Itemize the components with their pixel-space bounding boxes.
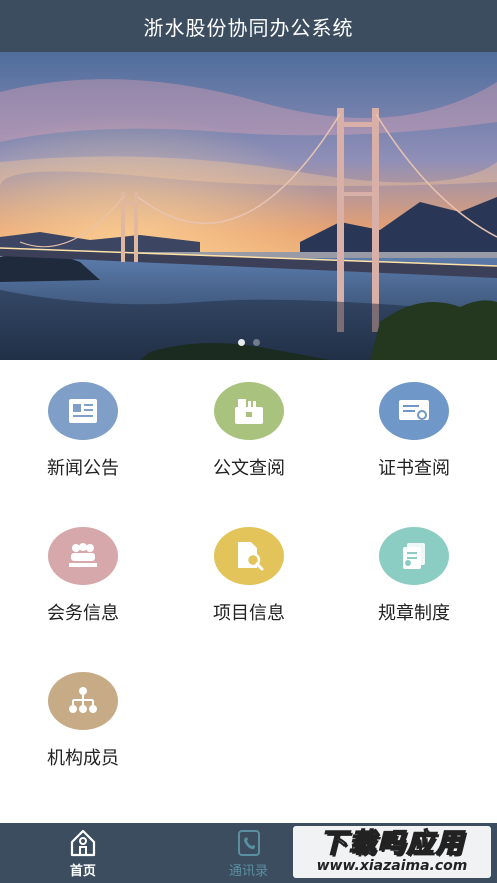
tab-home-label: 首页 bbox=[69, 863, 96, 879]
org-chart-icon bbox=[48, 672, 118, 730]
app-header: 浙水股份协同办公系统 bbox=[0, 0, 497, 52]
module-meetings[interactable]: 会务信息 bbox=[13, 505, 153, 625]
module-organization[interactable]: 机构成员 bbox=[13, 650, 153, 770]
module-label: 机构成员 bbox=[47, 748, 119, 769]
certificate-icon bbox=[379, 382, 449, 440]
module-label: 公文查阅 bbox=[213, 458, 285, 479]
carousel-dot-2[interactable] bbox=[252, 339, 260, 346]
module-documents[interactable]: 公文查阅 bbox=[179, 360, 319, 480]
tab-contacts-label: 通讯录 bbox=[229, 863, 269, 879]
module-label: 项目信息 bbox=[213, 603, 285, 624]
module-label: 新闻公告 bbox=[47, 458, 119, 479]
home-icon bbox=[70, 829, 95, 856]
newspaper-icon bbox=[48, 382, 118, 440]
banner-carousel[interactable] bbox=[0, 52, 497, 360]
meeting-icon bbox=[48, 527, 118, 585]
page-title: 浙水股份协同办公系统 bbox=[143, 15, 354, 40]
tab-home[interactable]: 首页 bbox=[0, 823, 166, 883]
carousel-dot-1[interactable] bbox=[237, 339, 245, 346]
module-regulations[interactable]: 规章制度 bbox=[344, 505, 484, 625]
module-news[interactable]: 新闻公告 bbox=[13, 360, 153, 480]
module-label: 规章制度 bbox=[378, 603, 450, 624]
watermark-url: www.xiazaima.com bbox=[316, 858, 468, 874]
bridge-photo bbox=[0, 52, 497, 360]
watermark-logo: 下载吗应用 www.xiazaima.com bbox=[293, 826, 491, 878]
watermark-title: 下载吗应用 bbox=[319, 828, 465, 859]
module-label: 会务信息 bbox=[47, 603, 119, 624]
module-certificates[interactable]: 证书查阅 bbox=[344, 360, 484, 480]
carousel-dots bbox=[0, 339, 497, 346]
document-search-icon bbox=[214, 527, 284, 585]
rules-icon bbox=[379, 527, 449, 585]
briefcase-icon bbox=[214, 382, 284, 440]
contacts-icon bbox=[237, 829, 260, 856]
module-projects[interactable]: 项目信息 bbox=[179, 505, 319, 625]
module-label: 证书查阅 bbox=[378, 458, 450, 479]
